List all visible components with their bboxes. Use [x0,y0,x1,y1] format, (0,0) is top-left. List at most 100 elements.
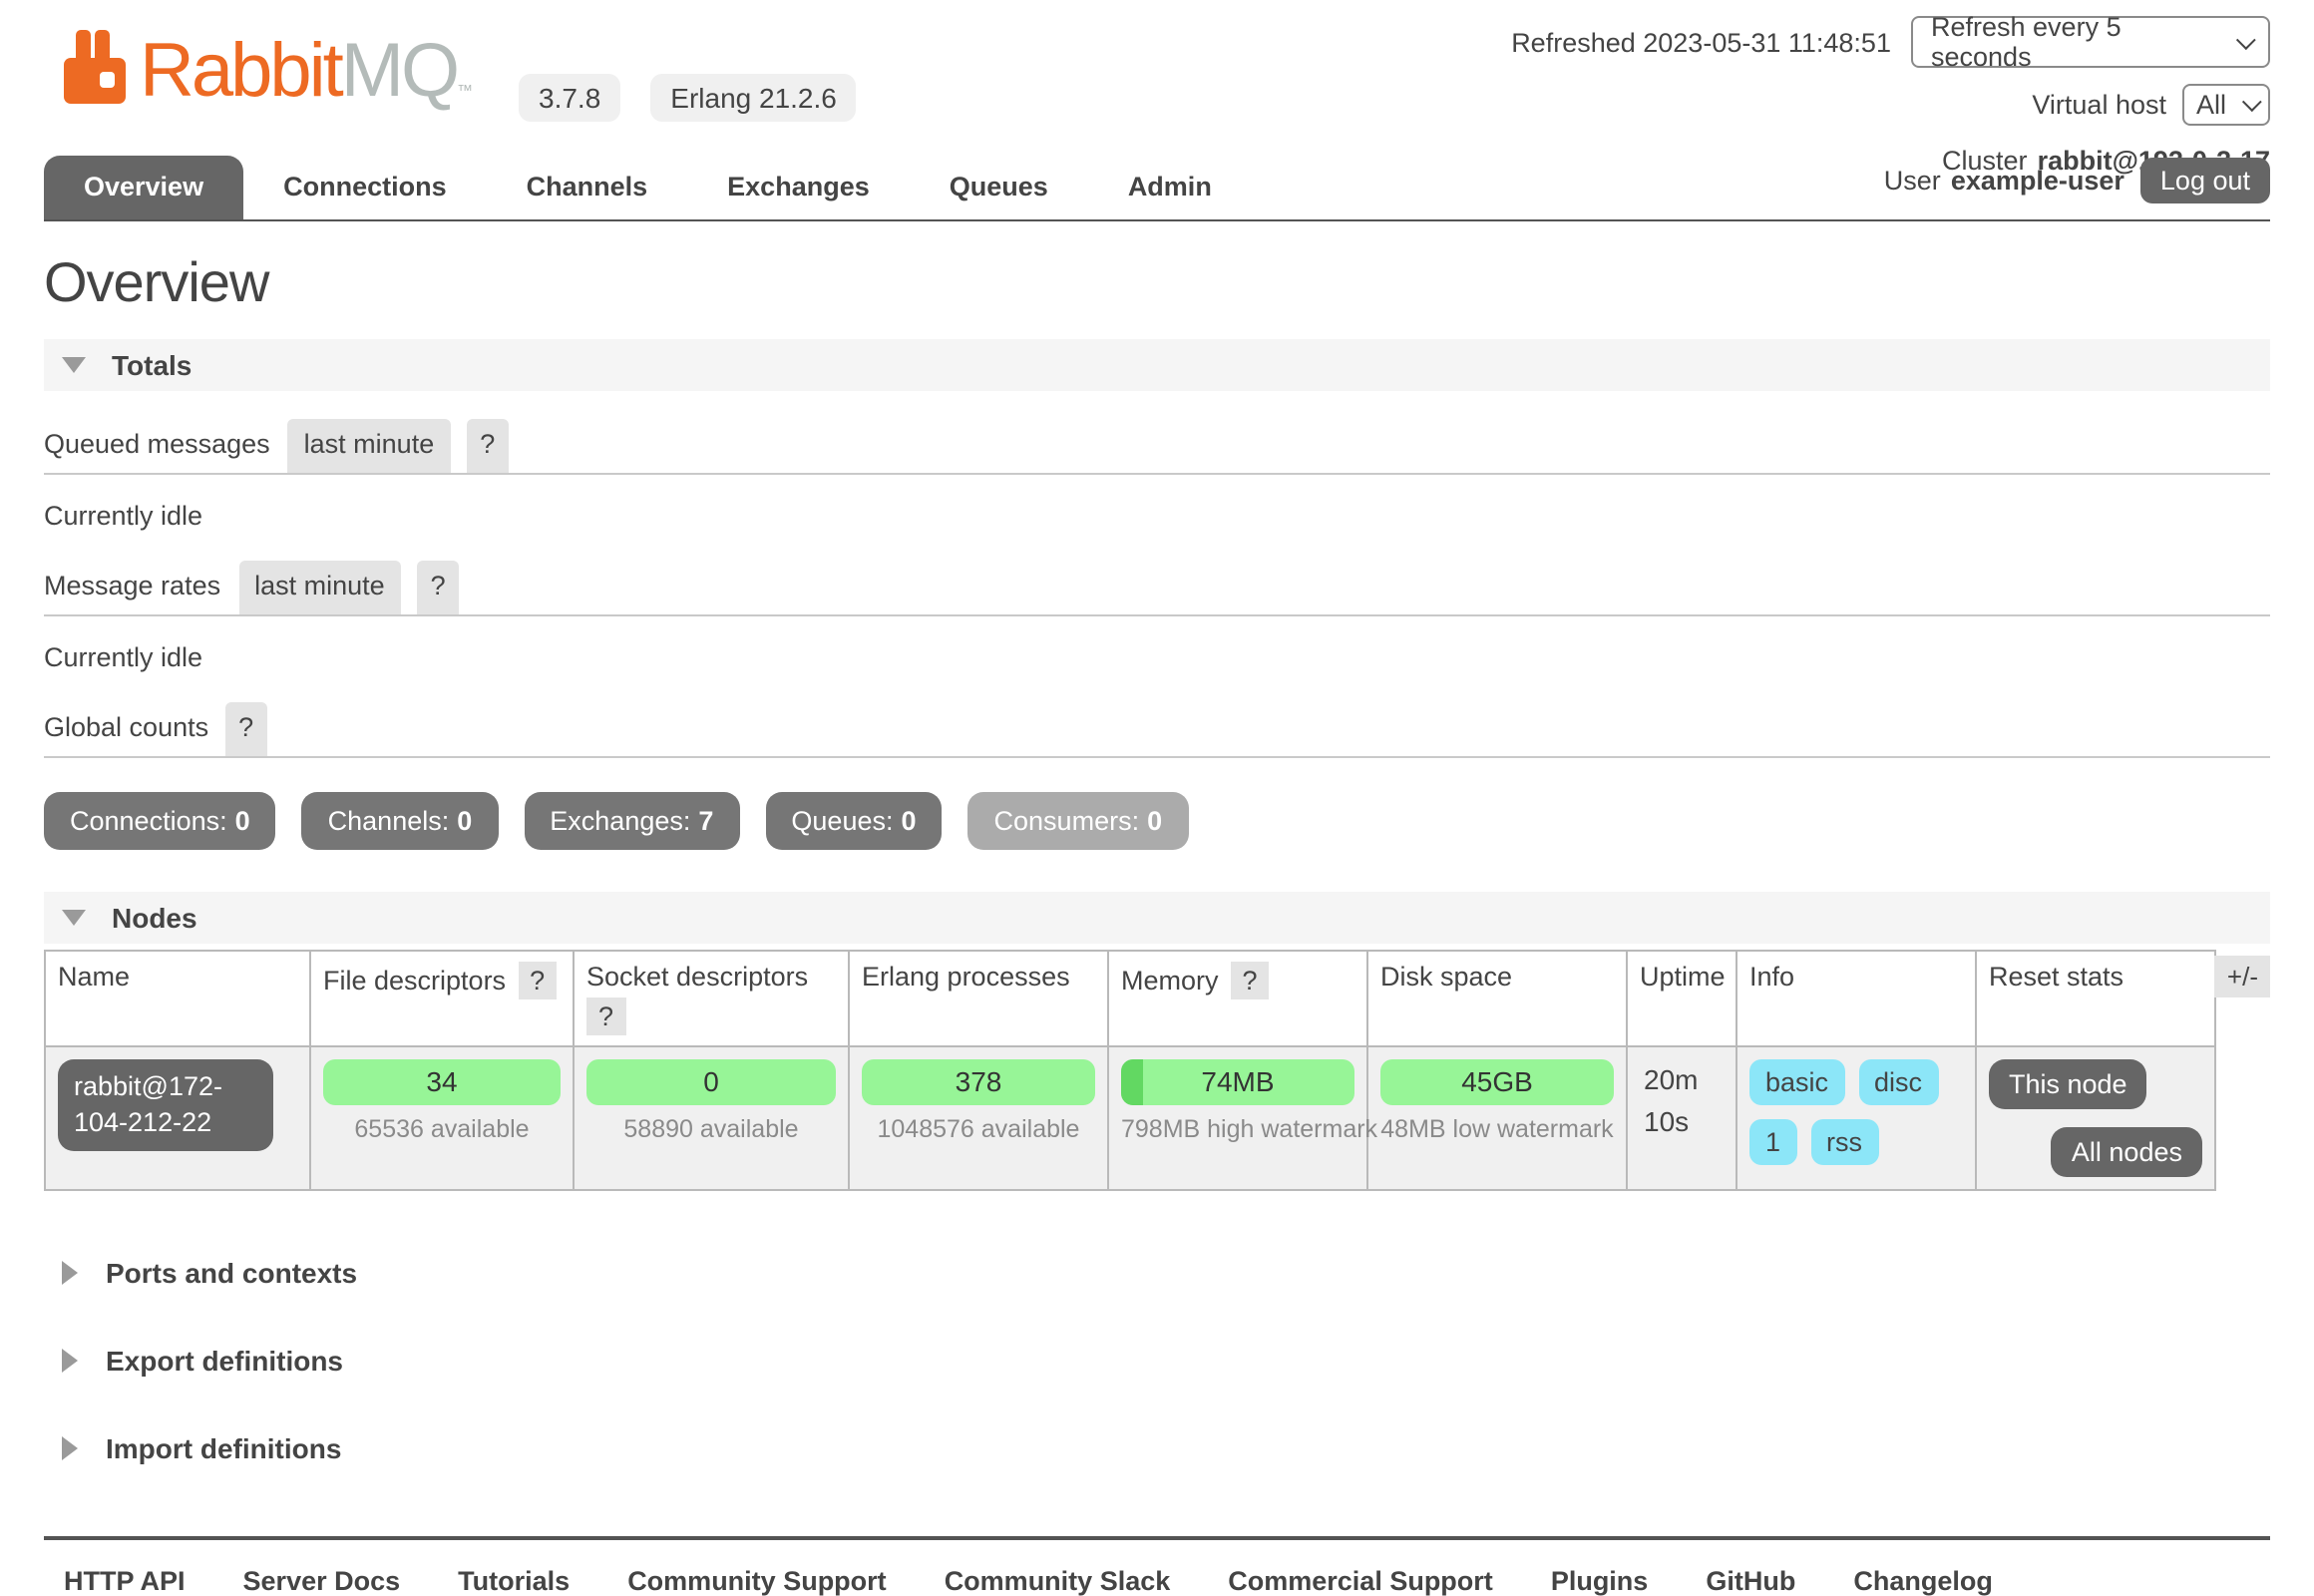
col-name: Name [45,951,310,1046]
col-file-descriptors: File descriptors? [310,951,574,1046]
trademark-symbol: ™ [457,82,473,100]
help-icon[interactable]: ? [224,702,267,756]
page-title: Overview [44,251,2270,315]
section-header-totals[interactable]: Totals [44,339,2270,391]
info-badge-1: 1 [1749,1119,1796,1165]
count-channels[interactable]: Channels:0 [302,792,499,850]
section-ports-and-contexts[interactable]: Ports and contexts [44,1257,2270,1289]
message-rates-row: Message rates last minute ? [44,561,2270,616]
triangle-expand-icon [62,1349,78,1373]
footer-link-plugins[interactable]: Plugins [1551,1566,1649,1596]
socket-descriptors-detail: 58890 available [586,1115,836,1143]
refresh-interval-select[interactable]: Refresh every 5 seconds [1911,16,2270,68]
queued-messages-label: Queued messages [44,419,270,473]
count-connections[interactable]: Connections:0 [44,792,276,850]
info-badge-basic: basic [1749,1059,1844,1105]
cell-file-descriptors: 34 65536 available [310,1046,574,1190]
footer-link-server-docs[interactable]: Server Docs [243,1566,401,1596]
disk-space-detail: 48MB low watermark [1380,1115,1614,1143]
footer-link-http-api[interactable]: HTTP API [64,1566,186,1596]
cell-reset-stats: This node All nodes [1976,1046,2215,1190]
count-queues[interactable]: Queues:0 [765,792,942,850]
cell-memory: 74MB 798MB high watermark [1108,1046,1367,1190]
logout-button[interactable]: Log out [2140,158,2270,203]
rates-period-tab[interactable]: last minute [238,561,401,614]
erlang-processes-detail: 1048576 available [862,1115,1095,1143]
footer-link-tutorials[interactable]: Tutorials [458,1566,570,1596]
col-socket-descriptors: Socket descriptors? [574,951,849,1046]
rabbitmq-management-app: RabbitMQ™ 3.7.8 Erlang 21.2.6 Refreshed … [0,0,2314,1369]
section-header-nodes[interactable]: Nodes [44,892,2270,944]
refresh-interval-value: Refresh every 5 seconds [1931,12,2224,72]
count-exchanges[interactable]: Exchanges:7 [524,792,739,850]
virtual-host-select[interactable]: All [2182,84,2270,126]
triangle-collapse-icon [62,357,86,373]
help-icon[interactable]: ? [417,561,460,614]
brand-mq-text: MQ [341,30,457,114]
tab-admin[interactable]: Admin [1088,156,1252,219]
triangle-collapse-icon [62,910,86,926]
cell-name: rabbit@172-104-212-22 [45,1046,310,1190]
page: RabbitMQ™ 3.7.8 Erlang 21.2.6 Refreshed … [0,0,2314,1596]
user-name: example-user [1951,166,2124,196]
col-disk-space: Disk space [1367,951,1627,1046]
count-consumers[interactable]: Consumers:0 [968,792,1189,850]
tab-overview[interactable]: Overview [44,156,243,219]
cell-erlang-processes: 378 1048576 available [849,1046,1108,1190]
message-rates-status: Currently idle [44,642,2270,672]
socket-descriptors-bar: 0 [586,1059,836,1105]
help-icon[interactable]: ? [466,419,509,473]
col-erlang-processes: Erlang processes [849,951,1108,1046]
section-title-nodes: Nodes [112,902,197,934]
cell-disk-space: 45GB 48MB low watermark [1367,1046,1627,1190]
user-label: User [1884,166,1941,196]
file-descriptors-detail: 65536 available [323,1115,561,1143]
refreshed-timestamp: Refreshed 2023-05-31 11:48:51 [1511,27,1891,57]
reset-this-node-button[interactable]: This node [1989,1059,2147,1109]
section-export-definitions[interactable]: Export definitions [44,1345,2270,1377]
info-badge-disc: disc [1858,1059,1938,1105]
node-name-link[interactable]: rabbit@172-104-212-22 [58,1059,273,1152]
rabbitmq-logo[interactable]: RabbitMQ™ [64,30,473,104]
uptime-value: 20m 10s [1640,1059,1724,1143]
cell-socket-descriptors: 0 58890 available [574,1046,849,1190]
queued-messages-row: Queued messages last minute ? [44,419,2270,475]
global-counts-row: Global counts ? [44,702,2270,758]
erlang-processes-bar: 378 [862,1059,1095,1105]
global-counts: Connections:0 Channels:0 Exchanges:7 Que… [44,792,2270,850]
virtual-host-label: Virtual host [2032,90,2166,120]
chevron-down-icon [2236,29,2256,49]
erlang-version-badge: Erlang 21.2.6 [650,74,857,122]
triangle-expand-icon [62,1436,78,1460]
tab-channels[interactable]: Channels [487,156,688,219]
disk-space-bar: 45GB [1380,1059,1614,1105]
rabbitmq-logo-icon [64,30,126,104]
help-icon[interactable]: ? [518,962,557,999]
tab-connections[interactable]: Connections [243,156,487,219]
memory-detail: 798MB high watermark [1121,1115,1354,1143]
col-uptime: Uptime [1627,951,1736,1046]
tab-queues[interactable]: Queues [910,156,1088,219]
footer-link-github[interactable]: GitHub [1706,1566,1795,1596]
footer-links: HTTP API Server Docs Tutorials Community… [44,1536,2270,1596]
nodes-table-wrap: Name File descriptors? Socket descriptor… [44,950,2270,1191]
help-icon[interactable]: ? [586,998,625,1035]
brand-rabbit-text: Rabbit [140,30,341,114]
refresh-row: Refreshed 2023-05-31 11:48:51 Refresh ev… [1511,16,2270,68]
tab-exchanges[interactable]: Exchanges [687,156,910,219]
col-info: Info [1736,951,1976,1046]
footer-link-commercial-support[interactable]: Commercial Support [1228,1566,1493,1596]
reset-all-nodes-button[interactable]: All nodes [2052,1127,2202,1177]
help-icon[interactable]: ? [1231,962,1270,999]
queued-period-tab[interactable]: last minute [288,419,451,473]
column-selector-button[interactable]: +/- [2215,956,2270,998]
footer-link-changelog[interactable]: Changelog [1853,1566,1993,1596]
memory-bar: 74MB [1121,1059,1354,1105]
footer-link-community-support[interactable]: Community Support [627,1566,887,1596]
node-row: rabbit@172-104-212-22 34 65536 available… [45,1046,2215,1190]
message-rates-label: Message rates [44,561,220,614]
brand-wordmark: RabbitMQ™ [140,42,473,104]
footer-link-community-slack[interactable]: Community Slack [945,1566,1171,1596]
section-import-definitions[interactable]: Import definitions [44,1432,2270,1464]
header: RabbitMQ™ 3.7.8 Erlang 21.2.6 Refreshed … [44,0,2270,221]
